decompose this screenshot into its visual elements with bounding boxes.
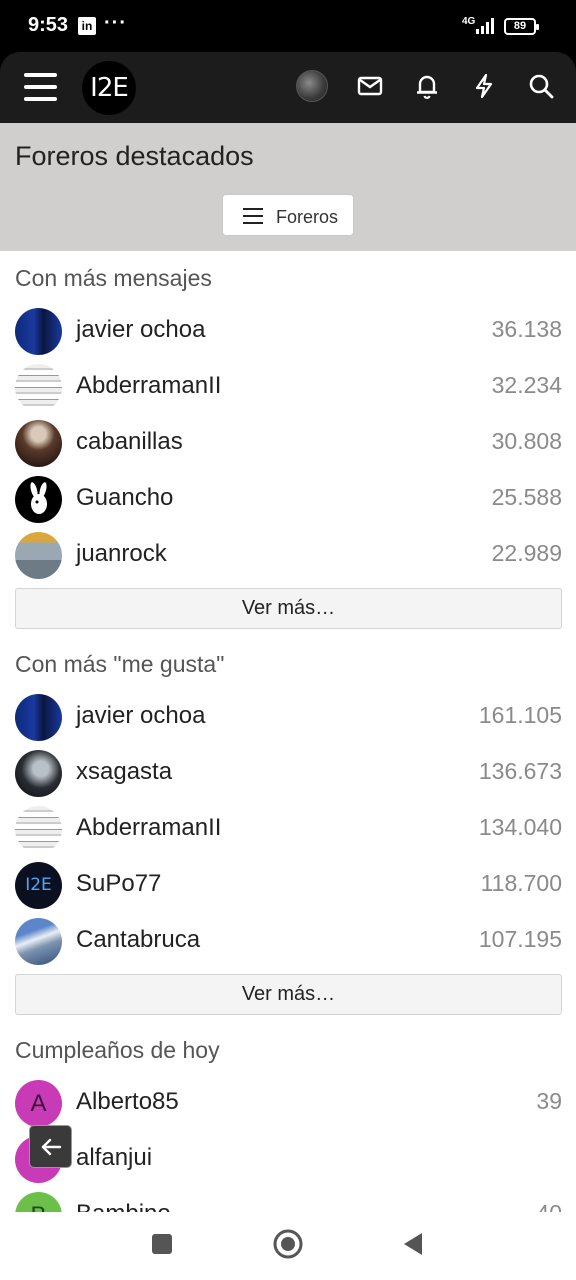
list-item[interactable]: cabanillas 30.808 [15, 418, 562, 468]
search-icon[interactable] [527, 72, 555, 100]
section-title-mensajes: Con más mensajes [15, 265, 212, 291]
bolt-icon[interactable] [470, 72, 498, 100]
avatar[interactable] [15, 476, 62, 523]
page-content: Foreros destacados Foreros Con más mensa… [0, 123, 576, 1212]
page-title: Foreros destacados [15, 141, 254, 171]
message-count: 30.808 [491, 428, 562, 454]
message-count: 32.234 [491, 372, 562, 398]
avatar[interactable] [15, 532, 62, 579]
floating-back-button[interactable] [29, 1125, 72, 1168]
age-count: 40 [536, 1200, 562, 1212]
like-count: 118.700 [480, 870, 562, 896]
battery-level: 89 [513, 20, 527, 32]
arrow-left-icon [41, 1138, 62, 1156]
member-name[interactable]: cabanillas [76, 428, 183, 456]
back-icon[interactable] [400, 1231, 426, 1257]
list-item[interactable]: xsagasta 136.673 [15, 748, 562, 798]
avatar[interactable]: I2E [15, 862, 62, 909]
envelope-icon[interactable] [356, 72, 384, 100]
system-nav-bar [0, 1212, 576, 1280]
member-name[interactable]: javier ochoa [76, 316, 205, 344]
bunny-logo-icon [30, 482, 47, 514]
age-count: 39 [536, 1088, 562, 1114]
message-count: 25.588 [491, 484, 562, 510]
avatar[interactable] [15, 420, 62, 467]
list-item[interactable]: A alfanjui [15, 1134, 562, 1184]
member-name[interactable]: Cantabruca [76, 926, 200, 954]
bell-icon[interactable] [413, 72, 441, 100]
app-header: I2E [0, 52, 576, 123]
signal-icon [476, 18, 498, 34]
foreros-button-label: Foreros [276, 207, 339, 227]
avatar[interactable]: B [15, 1192, 62, 1212]
member-name[interactable]: javier ochoa [76, 702, 205, 730]
member-name[interactable]: AbderramanII [76, 372, 221, 400]
linkedin-icon: in [78, 17, 96, 35]
avatar[interactable] [15, 308, 62, 355]
battery-icon: 89 [504, 18, 539, 35]
list-item[interactable]: juanrock 22.989 [15, 530, 562, 580]
section-title-me-gusta: Con más "me gusta" [15, 651, 225, 677]
avatar[interactable] [15, 694, 62, 741]
clock: 9:53 [28, 14, 69, 36]
message-count: 36.138 [491, 316, 562, 342]
member-name[interactable]: Guancho [76, 484, 173, 512]
list-item[interactable]: AbderramanII 134.040 [15, 804, 562, 854]
ver-mas-me-gusta-button[interactable]: Ver más… [15, 974, 562, 1015]
site-logo[interactable]: I2E [82, 61, 136, 115]
page-banner: Foreros destacados Foreros [0, 123, 576, 251]
avatar[interactable] [15, 918, 62, 965]
avatar[interactable] [15, 364, 62, 411]
avatar[interactable]: A [15, 1080, 62, 1127]
hamburger-icon [243, 208, 263, 224]
list-item[interactable]: I2E SuPo77 118.700 [15, 860, 562, 910]
list-item[interactable]: A Alberto85 39 [15, 1078, 562, 1128]
member-name[interactable]: AbderramanII [76, 814, 221, 842]
status-bar: 9:53 in ··· 4G 89 [0, 0, 576, 52]
ver-mas-mensajes-button[interactable]: Ver más… [15, 588, 562, 629]
foreros-menu-button[interactable]: Foreros [222, 194, 354, 236]
more-notifications-icon: ··· [104, 12, 127, 34]
section-title-cumpleanos: Cumpleaños de hoy [15, 1037, 220, 1063]
member-name[interactable]: Alberto85 [76, 1088, 179, 1116]
like-count: 107.195 [478, 926, 562, 952]
list-item[interactable]: Cantabruca 107.195 [15, 916, 562, 966]
member-name[interactable]: Bambino [76, 1200, 171, 1212]
network-type: 4G [462, 16, 476, 27]
avatar-logo-text: I2E [25, 875, 52, 895]
member-name[interactable]: alfanjui [76, 1144, 152, 1172]
menu-icon[interactable] [24, 73, 57, 101]
list-item[interactable]: Guancho 25.588 [15, 474, 562, 524]
like-count: 161.105 [478, 702, 562, 728]
message-count: 22.989 [491, 540, 562, 566]
recent-apps-icon[interactable] [150, 1232, 174, 1256]
like-count: 136.673 [478, 758, 562, 784]
home-icon[interactable] [272, 1228, 304, 1260]
member-name[interactable]: SuPo77 [76, 870, 161, 898]
list-item[interactable]: B Bambino 40 [15, 1190, 562, 1212]
member-name[interactable]: juanrock [76, 540, 167, 568]
like-count: 134.040 [478, 814, 562, 840]
avatar[interactable] [15, 750, 62, 797]
list-item[interactable]: javier ochoa 161.105 [15, 692, 562, 742]
member-name[interactable]: xsagasta [76, 758, 172, 786]
user-avatar[interactable] [296, 70, 328, 102]
list-item[interactable]: javier ochoa 36.138 [15, 306, 562, 356]
avatar[interactable] [15, 806, 62, 853]
list-item[interactable]: AbderramanII 32.234 [15, 362, 562, 412]
